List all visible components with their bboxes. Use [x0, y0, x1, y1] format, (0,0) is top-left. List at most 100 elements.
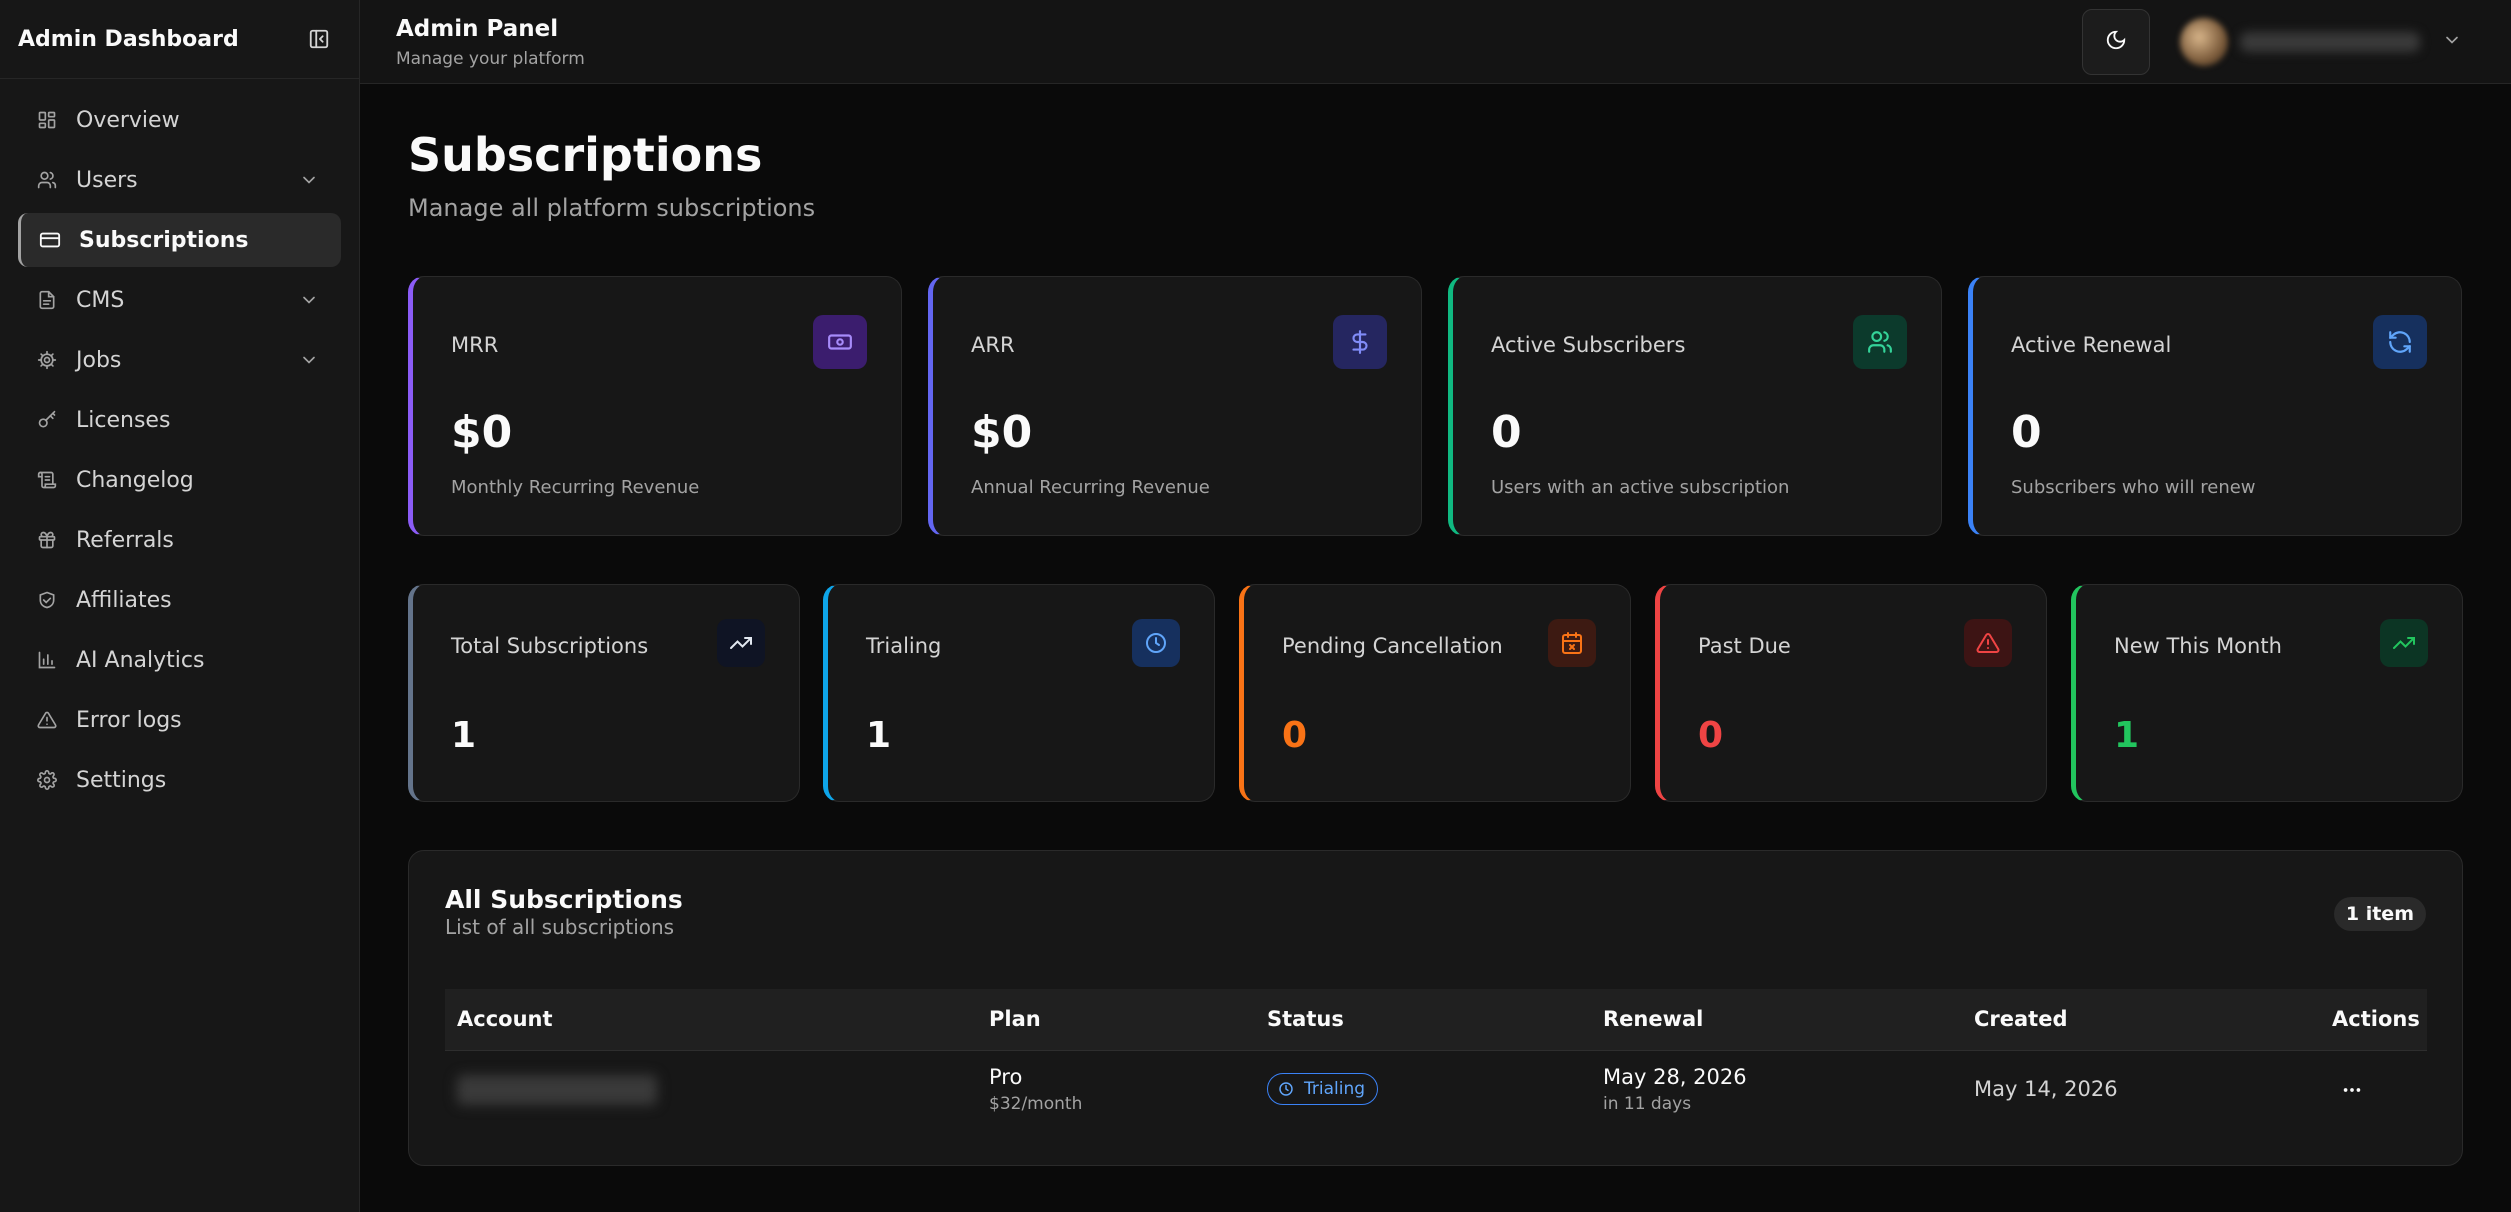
stat-card-arr: ARR $0 Annual Recurring Revenue — [928, 276, 1422, 536]
banknote-icon — [813, 315, 867, 369]
stat-card-new-this-month: New This Month 1 — [2071, 584, 2463, 802]
stat-value: $0 — [451, 407, 513, 458]
chevron-down-icon — [299, 350, 319, 376]
stat-value: $0 — [971, 407, 1033, 458]
moon-icon — [2105, 29, 2127, 55]
theme-toggle-button[interactable] — [2082, 9, 2150, 75]
stat-card-mrr: MRR $0 Monthly Recurring Revenue — [408, 276, 902, 536]
sidebar-item-label: Affiliates — [76, 587, 172, 613]
scroll-icon — [36, 469, 58, 491]
sidebar-item-subscriptions[interactable]: Subscriptions — [18, 213, 341, 267]
settings-icon — [36, 769, 58, 791]
sidebar-item-error-logs[interactable]: Error logs — [18, 693, 341, 747]
sidebar: Admin Dashboard Overview Users Subscript… — [0, 0, 360, 1212]
key-icon — [36, 409, 58, 431]
count-badge: 1 item — [2333, 897, 2426, 931]
sidebar-item-label: CMS — [76, 287, 125, 313]
stat-label: Total Subscriptions — [451, 634, 649, 658]
stat-value: 0 — [2011, 407, 2042, 458]
stat-card-total-subscriptions: Total Subscriptions 1 — [408, 584, 800, 802]
more-horizontal-icon — [2343, 1088, 2361, 1092]
stat-label: New This Month — [2114, 634, 2282, 658]
sidebar-item-label: Error logs — [76, 707, 182, 733]
grid-icon — [36, 109, 58, 131]
user-menu[interactable] — [2180, 14, 2470, 70]
table-row[interactable]: Pro $32/month Trialing May 28, 2026 in 1… — [445, 1051, 2427, 1129]
stat-card-trialing: Trialing 1 — [823, 584, 1215, 802]
stat-label: ARR — [971, 333, 1015, 357]
column-header-created[interactable]: Created — [1974, 1007, 2068, 1031]
column-header-renewal[interactable]: Renewal — [1603, 1007, 1703, 1031]
stat-label: Active Renewal — [2011, 333, 2172, 357]
calendar-x-icon — [1548, 619, 1596, 667]
sidebar-item-overview[interactable]: Overview — [18, 93, 341, 147]
stat-description: Monthly Recurring Revenue — [451, 477, 700, 498]
refresh-icon — [2373, 315, 2427, 369]
stat-label: Past Due — [1698, 634, 1791, 658]
sidebar-item-settings[interactable]: Settings — [18, 753, 341, 807]
stat-value: 1 — [451, 715, 477, 756]
sidebar-item-referrals[interactable]: Referrals — [18, 513, 341, 567]
plan-name: Pro — [989, 1065, 1023, 1089]
dollar-icon — [1333, 315, 1387, 369]
sidebar-item-changelog[interactable]: Changelog — [18, 453, 341, 507]
cog-icon — [36, 349, 58, 371]
sidebar-item-label: AI Analytics — [76, 647, 205, 673]
renewal-date: May 28, 2026 — [1603, 1065, 1747, 1089]
column-header-status[interactable]: Status — [1267, 1007, 1344, 1031]
stat-label: Active Subscribers — [1491, 333, 1686, 357]
handshake-icon — [36, 589, 58, 611]
column-header-actions: Actions — [2332, 1007, 2420, 1031]
trending-up-icon — [717, 619, 765, 667]
topbar-title: Admin Panel — [396, 16, 559, 42]
sidebar-item-label: Subscriptions — [79, 227, 249, 253]
file-text-icon — [36, 289, 58, 311]
sidebar-item-affiliates[interactable]: Affiliates — [18, 573, 341, 627]
sidebar-item-jobs[interactable]: Jobs — [18, 333, 341, 387]
stat-value: 0 — [1282, 715, 1308, 756]
stat-card-pending-cancellation: Pending Cancellation 0 — [1239, 584, 1631, 802]
subscriptions-table-card: All Subscriptions List of all subscripti… — [408, 850, 2463, 1166]
clock-icon — [1132, 619, 1180, 667]
sidebar-item-label: Users — [76, 167, 138, 193]
bar-chart-icon — [36, 649, 58, 671]
table-subtitle: List of all subscriptions — [445, 915, 675, 939]
table-header: Account Plan Status Renewal Created Acti… — [445, 989, 2427, 1051]
sidebar-item-label: Changelog — [76, 467, 194, 493]
page-title: Subscriptions — [408, 128, 763, 182]
stat-description: Annual Recurring Revenue — [971, 477, 1210, 498]
sidebar-item-licenses[interactable]: Licenses — [18, 393, 341, 447]
chevron-down-icon — [299, 290, 319, 316]
account-email-redacted[interactable] — [457, 1075, 657, 1105]
stat-card-past-due: Past Due 0 — [1655, 584, 2047, 802]
sidebar-item-label: Overview — [76, 107, 180, 133]
sidebar-collapse-icon[interactable] — [307, 27, 331, 51]
status-label: Trialing — [1304, 1079, 1366, 1099]
sidebar-item-cms[interactable]: CMS — [18, 273, 341, 327]
column-header-account[interactable]: Account — [457, 1007, 553, 1031]
column-header-plan[interactable]: Plan — [989, 1007, 1041, 1031]
row-actions-button[interactable] — [2335, 1073, 2369, 1107]
sidebar-nav: Overview Users Subscriptions CMS Jobs Li… — [0, 79, 359, 827]
user-name-redacted — [2240, 32, 2420, 52]
brand-title: Admin Dashboard — [18, 26, 239, 52]
stat-card-active-subscribers: Active Subscribers 0 Users with an activ… — [1448, 276, 1942, 536]
stat-value: 1 — [2114, 715, 2140, 756]
stat-label: MRR — [451, 333, 499, 357]
alert-triangle-icon — [36, 709, 58, 731]
sidebar-item-ai-analytics[interactable]: AI Analytics — [18, 633, 341, 687]
stat-description: Subscribers who will renew — [2011, 477, 2256, 498]
stat-value: 0 — [1491, 407, 1522, 458]
topbar: Admin Panel Manage your platform — [360, 0, 2511, 84]
table-title: All Subscriptions — [445, 885, 683, 914]
topbar-subtitle: Manage your platform — [396, 49, 585, 69]
stat-card-active-renewal: Active Renewal 0 Subscribers who will re… — [1968, 276, 2462, 536]
chevron-down-icon — [299, 170, 319, 196]
stat-label: Pending Cancellation — [1282, 634, 1503, 658]
gift-icon — [36, 529, 58, 551]
stat-value: 1 — [866, 715, 892, 756]
avatar — [2180, 18, 2228, 66]
sidebar-item-users[interactable]: Users — [18, 153, 341, 207]
stat-description: Users with an active subscription — [1491, 477, 1790, 498]
stat-value: 0 — [1698, 715, 1724, 756]
